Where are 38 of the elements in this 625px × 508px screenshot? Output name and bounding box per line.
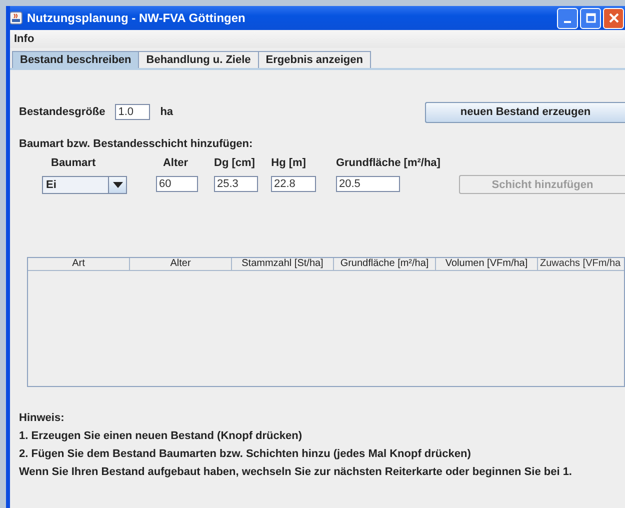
field-label: Bestandesgröße bbox=[19, 106, 106, 118]
input-field[interactable]: 1.0 bbox=[115, 104, 150, 120]
input-field[interactable]: 20.5 bbox=[336, 176, 400, 192]
menu-item[interactable]: Info bbox=[10, 33, 38, 45]
input-field[interactable]: 25.3 bbox=[214, 176, 258, 192]
app-icon bbox=[10, 11, 23, 25]
create-button[interactable]: neuen Bestand erzeugen bbox=[425, 102, 625, 122]
column-header[interactable]: Zuwachs [VFm/ha bbox=[538, 258, 624, 271]
tab[interactable]: Ergebnis anzeigen bbox=[258, 51, 371, 68]
tab[interactable]: Bestand beschreiben bbox=[12, 51, 140, 68]
hint-title: Hinweis: bbox=[19, 412, 66, 424]
close-icon bbox=[608, 13, 618, 23]
column-header[interactable]: Alter bbox=[130, 258, 232, 271]
section-title: Baumart bzw. Bestandesschicht hinzufügen: bbox=[19, 138, 254, 150]
hint-text: 1. Erzeugen Sie einen neuen Bestand (Knopf drücken) bbox=[19, 430, 303, 442]
input-field[interactable]: 60 bbox=[156, 176, 198, 192]
hint-text: Wenn Sie Ihren Bestand aufgebaut haben, wechseln Sie zur nächsten Reiterkarte oder beginnen Sie bei 1. bbox=[19, 466, 573, 478]
column-label: Hg [m] bbox=[270, 157, 307, 169]
caret-icon bbox=[112, 182, 122, 188]
tab[interactable]: Behandlung u. Ziele bbox=[138, 51, 259, 68]
hint-text: 2. Fügen Sie dem Bestand Baumarten bzw. Schichten hinzu (jedes Mal Knopf drücken) bbox=[19, 448, 472, 460]
column-label: Alter bbox=[162, 157, 189, 169]
column-label: Dg [cm] bbox=[214, 157, 256, 169]
dropdown[interactable]: Ei bbox=[42, 176, 127, 194]
minimize-icon bbox=[564, 20, 571, 22]
close-button[interactable] bbox=[603, 8, 624, 28]
column-label: Grundfläche [m²/ha] bbox=[336, 157, 440, 169]
window-title: Nutzungsplanung - NW-FVA Göttingen bbox=[27, 11, 246, 25]
column-header[interactable]: Stammzahl [St/ha] bbox=[232, 258, 334, 271]
maximize-button[interactable] bbox=[580, 8, 601, 28]
minimize-button[interactable] bbox=[557, 8, 578, 28]
column-label: Baumart bbox=[50, 157, 97, 169]
maximize-icon bbox=[586, 13, 596, 23]
unit-label: ha bbox=[160, 106, 174, 118]
input-field[interactable]: 22.8 bbox=[270, 176, 316, 192]
column-header[interactable]: Volumen [VFm/ha] bbox=[436, 258, 538, 271]
column-header[interactable]: Art bbox=[28, 258, 130, 271]
column-header[interactable]: Grundfläche [m²/ha] bbox=[334, 258, 436, 271]
